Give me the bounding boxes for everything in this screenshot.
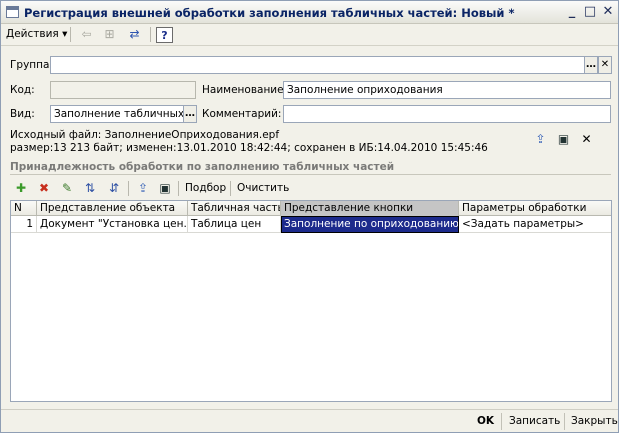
cell-number[interactable]: 1 bbox=[11, 216, 37, 233]
edit-row-icon[interactable]: ✎ bbox=[59, 180, 75, 196]
delete-file-icon[interactable]: ✕ bbox=[578, 132, 595, 148]
form-window-icon bbox=[6, 6, 19, 18]
save-file-icon[interactable]: ▣ bbox=[555, 132, 572, 148]
kind-select-button[interactable]: … bbox=[183, 105, 197, 123]
group-select-button[interactable]: … bbox=[584, 56, 598, 74]
column-header[interactable]: Табличная часть bbox=[188, 201, 281, 216]
table-header: N Представление объекта Табличная часть … bbox=[11, 201, 611, 216]
comment-input[interactable] bbox=[283, 105, 611, 123]
cell-tab-part[interactable]: Таблица цен bbox=[188, 216, 281, 233]
add-row-icon[interactable]: ✚ bbox=[13, 180, 29, 196]
cell-button-name[interactable]: Заполнение по оприходованию bbox=[281, 216, 459, 233]
column-header[interactable]: Представление объекта bbox=[37, 201, 188, 216]
source-file-info: Исходный файл: ЗаполнениеОприходования.e… bbox=[10, 129, 280, 141]
group-input[interactable] bbox=[50, 56, 585, 74]
toolbar-separator bbox=[178, 181, 179, 196]
name-input[interactable]: Заполнение оприходования bbox=[283, 81, 611, 99]
form-window: Регистрация внешней обработки заполнения… bbox=[0, 0, 619, 433]
cell-params[interactable]: <Задать параметры> bbox=[459, 216, 611, 233]
kind-label: Вид: bbox=[10, 108, 35, 120]
load-icon[interactable]: ⇪ bbox=[135, 180, 151, 196]
group-label: Группа: bbox=[10, 59, 53, 71]
toolbar-separator bbox=[150, 27, 151, 42]
toolbar-separator bbox=[128, 181, 129, 196]
toolbar-separator bbox=[230, 181, 231, 196]
bottom-bar: OK Записать Закрыть bbox=[1, 409, 618, 432]
name-label: Наименование: bbox=[202, 84, 288, 96]
code-label: Код: bbox=[10, 84, 35, 96]
sort-descending-icon[interactable]: ⇵ bbox=[106, 180, 122, 196]
comment-label: Комментарий: bbox=[202, 108, 282, 120]
save-icon[interactable]: ▣ bbox=[157, 180, 173, 196]
dropdown-arrow-icon: ▾ bbox=[62, 28, 68, 40]
help-icon[interactable]: ? bbox=[156, 27, 173, 43]
toolbar-separator bbox=[70, 27, 71, 42]
ok-button[interactable]: OK bbox=[477, 415, 494, 427]
section-divider bbox=[10, 174, 611, 175]
delete-row-icon[interactable]: ✖ bbox=[36, 180, 52, 196]
sort-ascending-icon[interactable]: ⇅ bbox=[82, 180, 98, 196]
save-button[interactable]: Записать bbox=[509, 415, 560, 427]
select-button[interactable]: Подбор bbox=[185, 182, 226, 194]
bottom-separator bbox=[501, 413, 502, 430]
window-title: Регистрация внешней обработки заполнения… bbox=[24, 6, 515, 20]
main-toolbar: Действия ▾ ⇦ ⊞ ⇄ ? bbox=[1, 24, 618, 46]
actions-menu-label: Действия bbox=[6, 28, 59, 40]
code-input[interactable] bbox=[50, 81, 196, 99]
upload-file-icon[interactable]: ⇪ bbox=[532, 132, 549, 148]
file-size-info: размер:13 213 байт; изменен:13.01.2010 1… bbox=[10, 142, 488, 154]
title-bar: Регистрация внешней обработки заполнения… bbox=[1, 1, 618, 24]
cell-object[interactable]: Документ "Установка цен... bbox=[37, 216, 188, 233]
kind-input[interactable]: Заполнение табличных ч bbox=[50, 105, 184, 123]
table-row[interactable]: 1 Документ "Установка цен... Таблица цен… bbox=[11, 216, 611, 233]
section-title: Принадлежность обработки по заполнению т… bbox=[10, 161, 395, 173]
minimize-button[interactable]: _ bbox=[564, 4, 580, 20]
back-icon[interactable]: ⇦ bbox=[78, 27, 95, 43]
tabular-parts-table[interactable]: N Представление объекта Табличная часть … bbox=[10, 200, 612, 402]
maximize-button[interactable]: □ bbox=[582, 4, 598, 20]
column-header[interactable]: N bbox=[11, 201, 37, 216]
actions-menu-button[interactable]: Действия ▾ bbox=[6, 28, 67, 40]
bottom-separator bbox=[564, 413, 565, 430]
structure-icon[interactable]: ⊞ bbox=[101, 27, 118, 43]
refresh-icon[interactable]: ⇄ bbox=[126, 27, 143, 43]
clear-button[interactable]: Очистить bbox=[237, 182, 289, 194]
column-header[interactable]: Представление кнопки bbox=[281, 201, 459, 216]
close-button[interactable]: Закрыть bbox=[571, 415, 618, 427]
close-window-button[interactable]: ✕ bbox=[600, 4, 616, 20]
group-clear-button[interactable]: ✕ bbox=[598, 56, 612, 74]
column-header[interactable]: Параметры обработки bbox=[459, 201, 611, 216]
